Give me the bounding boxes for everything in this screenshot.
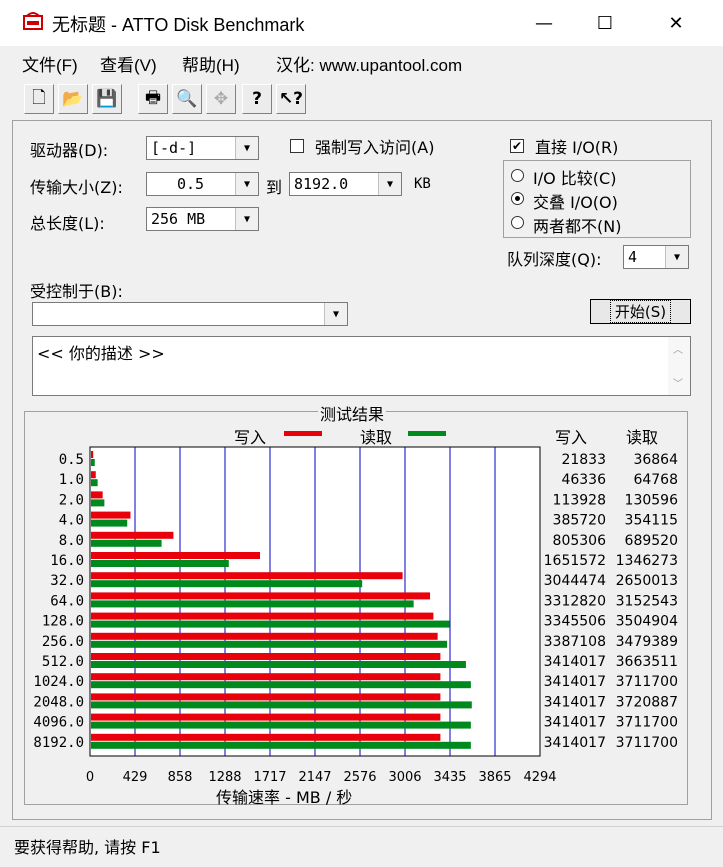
status-text: 要获得帮助, 请按 F1 [14, 838, 161, 857]
write-value: 3345506 [544, 614, 606, 630]
read-value: 354115 [625, 513, 678, 529]
read-value: 689520 [625, 533, 678, 549]
write-bar [91, 632, 438, 640]
read-value: 3479389 [616, 634, 678, 650]
benchmark-chart: 0 429 858 1288 1717 2147 2576 3006 3435 3865 4294 0… [33, 446, 679, 785]
read-value: 64768 [633, 472, 678, 488]
read-value: 3711700 [616, 715, 678, 731]
x-tick-label: 0 [86, 770, 94, 785]
write-value: 3414017 [544, 674, 606, 690]
status-bar: 要获得帮助, 请按 F1 [0, 826, 723, 867]
write-bar [91, 491, 103, 499]
category-label: 8.0 [59, 533, 84, 549]
category-label: 16.0 [50, 553, 84, 569]
read-bar [91, 580, 363, 588]
write-bar [91, 713, 441, 721]
category-label: 2.0 [59, 492, 84, 508]
read-bar [91, 701, 472, 709]
read-bar [91, 560, 229, 567]
write-value: 21833 [561, 452, 606, 468]
read-bar [91, 479, 98, 487]
x-tick-label: 4294 [523, 770, 556, 785]
write-bar [91, 572, 403, 580]
x-tick-label: 858 [168, 770, 193, 785]
read-bar [91, 539, 162, 547]
read-value: 1346273 [616, 553, 678, 569]
read-value: 130596 [625, 492, 679, 508]
write-value: 3414017 [544, 654, 606, 670]
read-value: 3152543 [616, 593, 678, 609]
read-value: 3504904 [616, 614, 678, 630]
write-bar [91, 451, 94, 458]
write-bar [91, 693, 441, 701]
write-value: 3387108 [544, 634, 606, 650]
read-value: 36864 [633, 452, 678, 468]
write-bar [91, 511, 131, 519]
write-bar [91, 653, 441, 660]
write-bar [91, 592, 431, 600]
write-bar [91, 733, 441, 741]
write-value: 3414017 [544, 735, 606, 751]
write-value: 113928 [553, 492, 606, 508]
read-bar [91, 681, 471, 689]
x-tick-label: 3435 [433, 770, 466, 785]
read-bar [91, 499, 105, 507]
x-tick-label: 1288 [208, 770, 241, 785]
read-bar [91, 620, 450, 628]
category-label: 512.0 [42, 654, 84, 670]
write-value: 3044474 [544, 573, 606, 589]
x-axis-label: 传输速率 - MB / 秒 [216, 788, 353, 807]
read-value: 3711700 [616, 674, 678, 690]
category-label: 4096.0 [33, 715, 84, 731]
read-bar [91, 600, 414, 608]
write-value: 385720 [553, 513, 606, 529]
category-label: 32.0 [50, 573, 84, 589]
category-label: 2048.0 [33, 694, 84, 710]
write-value: 1651572 [544, 553, 606, 569]
write-value: 805306 [553, 533, 607, 549]
x-tick-label: 1717 [253, 770, 286, 785]
x-tick-label: 3006 [388, 770, 421, 785]
read-bar [91, 721, 471, 729]
category-label: 64.0 [50, 593, 84, 609]
write-bar [91, 552, 261, 559]
category-label: 128.0 [42, 614, 84, 630]
read-value: 3720887 [616, 694, 678, 710]
read-value: 2650013 [616, 573, 678, 589]
write-bar [91, 471, 96, 479]
x-tick-label: 3865 [478, 770, 511, 785]
write-bar [91, 612, 434, 620]
write-value: 3414017 [544, 694, 606, 710]
category-label: 8192.0 [33, 735, 84, 751]
read-value: 3711700 [616, 735, 678, 751]
read-bar [91, 640, 448, 648]
category-label: 256.0 [42, 634, 84, 650]
read-bar [91, 661, 466, 668]
write-value: 3312820 [544, 593, 606, 609]
category-label: 1024.0 [33, 674, 84, 690]
read-bar [91, 519, 128, 527]
x-tick-label: 429 [123, 770, 148, 785]
category-label: 4.0 [59, 513, 84, 529]
x-tick-label: 2147 [298, 770, 331, 785]
write-value: 46336 [561, 472, 606, 488]
category-label: 0.5 [59, 452, 84, 468]
write-bar [91, 673, 441, 681]
write-value: 3414017 [544, 715, 606, 731]
write-bar [91, 531, 174, 539]
category-label: 1.0 [59, 472, 84, 488]
read-bar [91, 459, 95, 466]
read-value: 3663511 [616, 654, 678, 670]
x-tick-label: 2576 [343, 770, 376, 785]
read-bar [91, 741, 471, 749]
